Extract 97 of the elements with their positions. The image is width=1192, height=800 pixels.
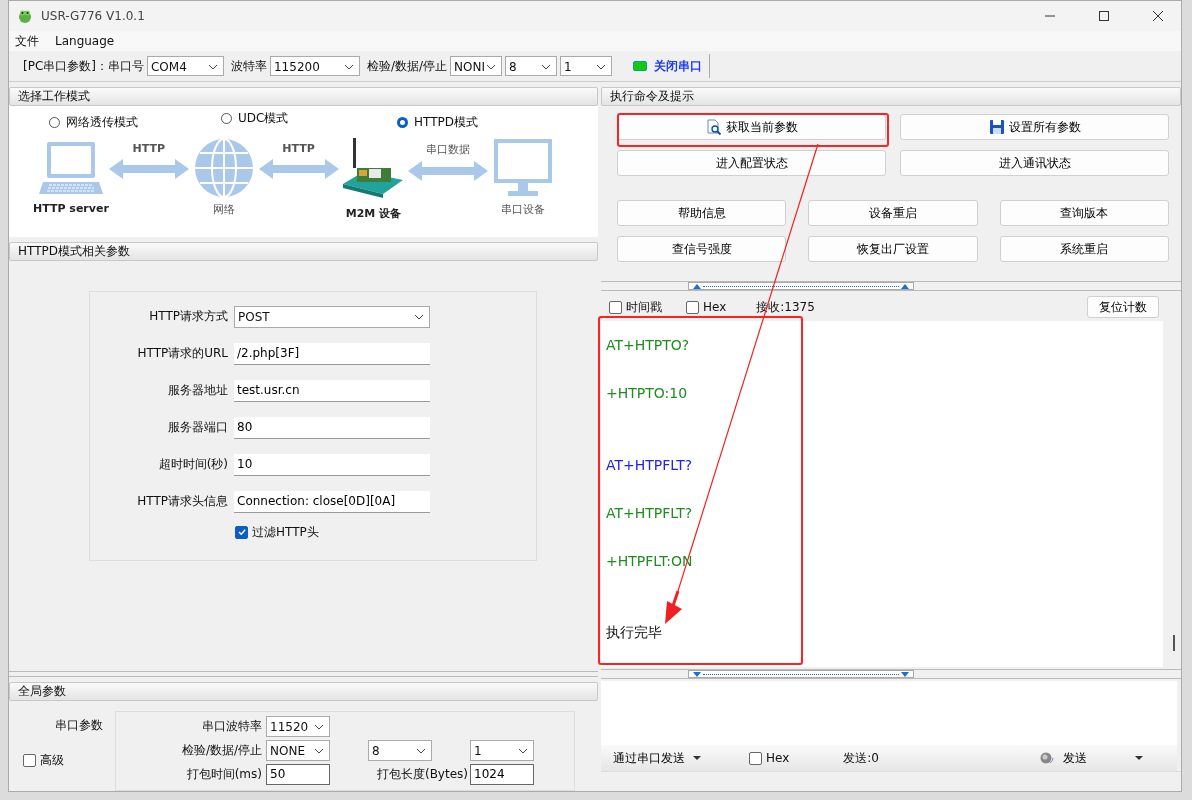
field-label: 超时时间(秒) bbox=[157, 456, 228, 474]
input-field[interactable]: 1024 bbox=[470, 763, 534, 785]
log-line: +HTPTO:10 bbox=[606, 384, 688, 403]
input-field[interactable]: 10 bbox=[234, 453, 430, 476]
command-button[interactable]: 系统重启 bbox=[999, 236, 1169, 262]
log-line: AT+HTPFLT? bbox=[606, 504, 693, 523]
command-button[interactable]: 帮助信息 bbox=[617, 200, 787, 226]
close-icon[interactable] bbox=[1152, 10, 1164, 22]
command-button[interactable]: 设置所有参数 bbox=[900, 114, 1169, 140]
hex-checkbox[interactable]: Hex bbox=[686, 300, 727, 314]
send-button[interactable]: 发送 bbox=[1039, 749, 1087, 767]
window-title: USR-G776 V1.0.1 bbox=[41, 9, 145, 23]
command-button[interactable]: 恢复出厂设置 bbox=[808, 236, 978, 262]
splitter-handle[interactable] bbox=[688, 670, 914, 678]
section-header: 执行命令及提示 bbox=[601, 87, 1181, 106]
advanced-checkbox[interactable]: 高级 bbox=[23, 752, 64, 769]
command-button[interactable]: 查信号强度 bbox=[617, 236, 787, 262]
timestamp-checkbox[interactable]: 时间戳 bbox=[609, 298, 662, 316]
command-button[interactable]: 进入配置状态 bbox=[617, 150, 886, 176]
baud-label: 波特率 bbox=[231, 57, 267, 75]
app-icon bbox=[17, 8, 33, 24]
close-port-button[interactable]: 关闭串口 bbox=[650, 57, 707, 75]
field-label: 检验/数据/停止 bbox=[180, 741, 263, 759]
document-search-icon bbox=[705, 119, 722, 135]
caret-icon bbox=[314, 747, 324, 754]
field-label: 服务器地址 bbox=[167, 382, 228, 400]
baud-dropdown[interactable]: 11520 bbox=[266, 715, 330, 737]
link-label: HTTP bbox=[282, 141, 315, 155]
log-line: AT+HTPFLT? bbox=[606, 456, 693, 475]
parity-label: 检验/数据/停止 bbox=[367, 57, 448, 75]
section-header: HTTPD模式相关参数 bbox=[9, 241, 598, 261]
port-label: [PC串口参数]：串口号 bbox=[23, 57, 144, 75]
input-field[interactable]: Connection: close[0D][0A] bbox=[234, 490, 430, 513]
caret-icon bbox=[518, 747, 528, 754]
port-dropdown[interactable]: COM4 bbox=[147, 56, 224, 76]
stop-bits-dropdown[interactable]: 1 bbox=[560, 56, 613, 76]
mode-radio[interactable]: UDC模式 bbox=[221, 110, 289, 127]
maximize-icon[interactable] bbox=[1098, 10, 1110, 22]
field-label: 打包时间(ms) bbox=[185, 765, 263, 783]
input-field[interactable]: 50 bbox=[266, 763, 330, 785]
data-bits-dropdown[interactable]: 8 bbox=[505, 56, 558, 76]
caret-icon bbox=[486, 64, 497, 70]
caret-icon bbox=[314, 723, 324, 730]
parity-dropdown[interactable]: NONI bbox=[450, 56, 503, 76]
log-line: AT+HTPTO? bbox=[606, 336, 690, 355]
menu-item[interactable]: Language bbox=[55, 34, 115, 48]
command-button[interactable]: 设备重启 bbox=[808, 200, 978, 226]
node-label: HTTP server bbox=[33, 201, 109, 215]
field-label: 打包长度(Bytes) bbox=[375, 765, 469, 783]
baud-dropdown[interactable]: 115200 bbox=[270, 56, 360, 76]
command-button[interactable]: 获取当前参数 bbox=[617, 114, 886, 140]
scrollbar-thumb[interactable] bbox=[1173, 635, 1175, 651]
mode-radio[interactable]: 网络透传模式 bbox=[49, 114, 138, 131]
node-label: M2M 设备 bbox=[345, 205, 402, 221]
dropdown-caret-icon[interactable] bbox=[1135, 756, 1143, 760]
field-label: HTTP请求的URL bbox=[136, 345, 228, 363]
field-label: 服务器端口 bbox=[167, 419, 228, 437]
caret-icon bbox=[693, 756, 701, 760]
group-label: 串口参数 bbox=[55, 717, 103, 734]
send-count: 发送:0 bbox=[843, 749, 879, 767]
field-label: HTTP请求方式 bbox=[148, 308, 228, 326]
reset-count-button[interactable]: 复位计数 bbox=[1087, 296, 1159, 318]
send-mode-dropdown[interactable]: 通过串口发送 bbox=[613, 749, 701, 767]
caret-icon bbox=[208, 64, 218, 70]
caret-icon bbox=[344, 64, 354, 70]
section-header: 选择工作模式 bbox=[9, 87, 598, 106]
log-line: 执行完毕 bbox=[606, 623, 662, 642]
section-header: 全局参数 bbox=[9, 682, 598, 701]
command-button[interactable]: 查询版本 bbox=[999, 200, 1169, 226]
node-label: 网络 bbox=[212, 201, 235, 217]
filter-checkbox[interactable]: 过滤HTTP头 bbox=[235, 523, 536, 541]
method-dropdown[interactable]: POST bbox=[234, 305, 430, 328]
data-bits-dropdown[interactable]: 8 bbox=[368, 739, 432, 761]
parity-dropdown[interactable]: NONE bbox=[266, 739, 330, 761]
input-field[interactable]: test.usr.cn bbox=[234, 379, 430, 402]
menu-item[interactable]: 文件 bbox=[15, 32, 39, 50]
link-label: 串口数据 bbox=[426, 141, 471, 157]
caret-icon bbox=[416, 747, 426, 754]
command-button[interactable]: 进入通讯状态 bbox=[900, 150, 1169, 176]
link-label: HTTP bbox=[132, 141, 166, 155]
check-icon bbox=[236, 527, 247, 538]
speaker-icon bbox=[1039, 750, 1055, 766]
node-label: 串口设备 bbox=[501, 201, 546, 217]
double-arrow-icon bbox=[258, 158, 339, 179]
mode-radio[interactable]: HTTPD模式 bbox=[397, 114, 478, 131]
caret-icon bbox=[596, 64, 607, 70]
splitter-handle[interactable] bbox=[688, 282, 914, 290]
caret-icon bbox=[541, 64, 552, 70]
caret-icon bbox=[414, 313, 424, 320]
field-label: 串口波特率 bbox=[201, 717, 263, 735]
input-field[interactable]: 80 bbox=[234, 416, 430, 439]
send-hex-checkbox[interactable]: Hex bbox=[749, 751, 790, 765]
double-arrow-icon bbox=[408, 160, 489, 181]
stop-bits-dropdown[interactable]: 1 bbox=[470, 739, 534, 761]
double-arrow-icon bbox=[108, 158, 189, 179]
input-field[interactable]: /2.php[3F] bbox=[234, 342, 430, 365]
field-label: HTTP请求头信息 bbox=[136, 493, 228, 511]
